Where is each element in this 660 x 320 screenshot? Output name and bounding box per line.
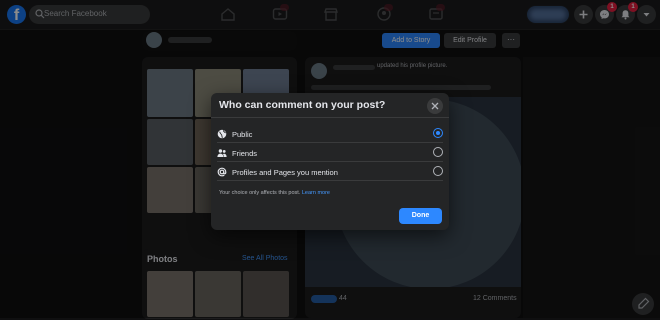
dialog-note: Your choice only affects this post. Lear… (219, 190, 330, 196)
dialog-header: Who can comment on your post? (211, 93, 449, 118)
close-icon (431, 102, 439, 110)
globe-icon (217, 129, 227, 139)
radio-public[interactable] (433, 128, 443, 138)
option-label: Profiles and Pages you mention (232, 168, 338, 177)
radio-mentions[interactable] (433, 166, 443, 176)
option-public[interactable]: Public (217, 124, 443, 143)
option-label: Friends (232, 149, 258, 158)
option-label: Public (232, 130, 253, 139)
learn-more-link[interactable]: Learn more (302, 190, 330, 196)
at-icon (217, 167, 227, 177)
done-button[interactable]: Done (399, 208, 442, 224)
option-friends[interactable]: Friends (217, 143, 443, 162)
radio-friends[interactable] (433, 147, 443, 157)
dialog-title: Who can comment on your post? (219, 99, 386, 111)
option-mentions[interactable]: Profiles and Pages you mention (217, 162, 443, 181)
close-button[interactable] (427, 98, 443, 114)
friends-icon (217, 149, 227, 157)
comment-audience-dialog: Who can comment on your post? Public Fri… (211, 93, 449, 230)
note-text: Your choice only affects this post. (219, 190, 301, 196)
